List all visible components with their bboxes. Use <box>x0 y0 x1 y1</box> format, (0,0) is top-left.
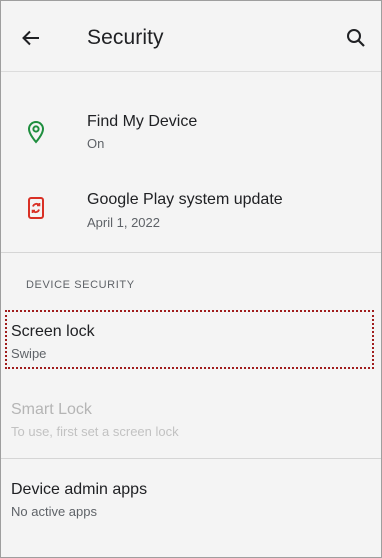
search-icon[interactable] <box>345 27 367 49</box>
play-system-update-item[interactable]: Google Play system update April 1, 2022 <box>1 179 381 243</box>
smart-lock-item: Smart Lock To use, first set a screen lo… <box>1 391 381 447</box>
device-admin-apps-item[interactable]: Device admin apps No active apps <box>1 471 381 529</box>
find-my-device-item[interactable]: Find My Device On <box>1 101 381 161</box>
device-admin-apps-status: No active apps <box>11 504 97 519</box>
arrow-back-icon[interactable] <box>19 26 43 50</box>
find-my-device-status: On <box>87 136 105 151</box>
settings-screen: Security Find My Device On Google Play s… <box>0 0 382 558</box>
app-bar: Security <box>1 1 381 72</box>
smart-lock-label: Smart Lock <box>11 401 92 418</box>
play-system-update-date: April 1, 2022 <box>87 215 160 230</box>
find-my-device-label: Find My Device <box>87 113 198 130</box>
location-pin-icon <box>23 119 49 145</box>
list-divider <box>1 458 381 459</box>
section-divider <box>1 252 381 253</box>
section-heading: DEVICE SECURITY <box>26 279 135 291</box>
page-title: Security <box>87 26 164 49</box>
play-system-update-label: Google Play system update <box>87 191 283 208</box>
system-update-icon <box>23 195 49 221</box>
smart-lock-hint: To use, first set a screen lock <box>11 424 179 439</box>
device-admin-apps-label: Device admin apps <box>11 481 148 498</box>
screen-lock-highlight-box <box>5 310 374 369</box>
